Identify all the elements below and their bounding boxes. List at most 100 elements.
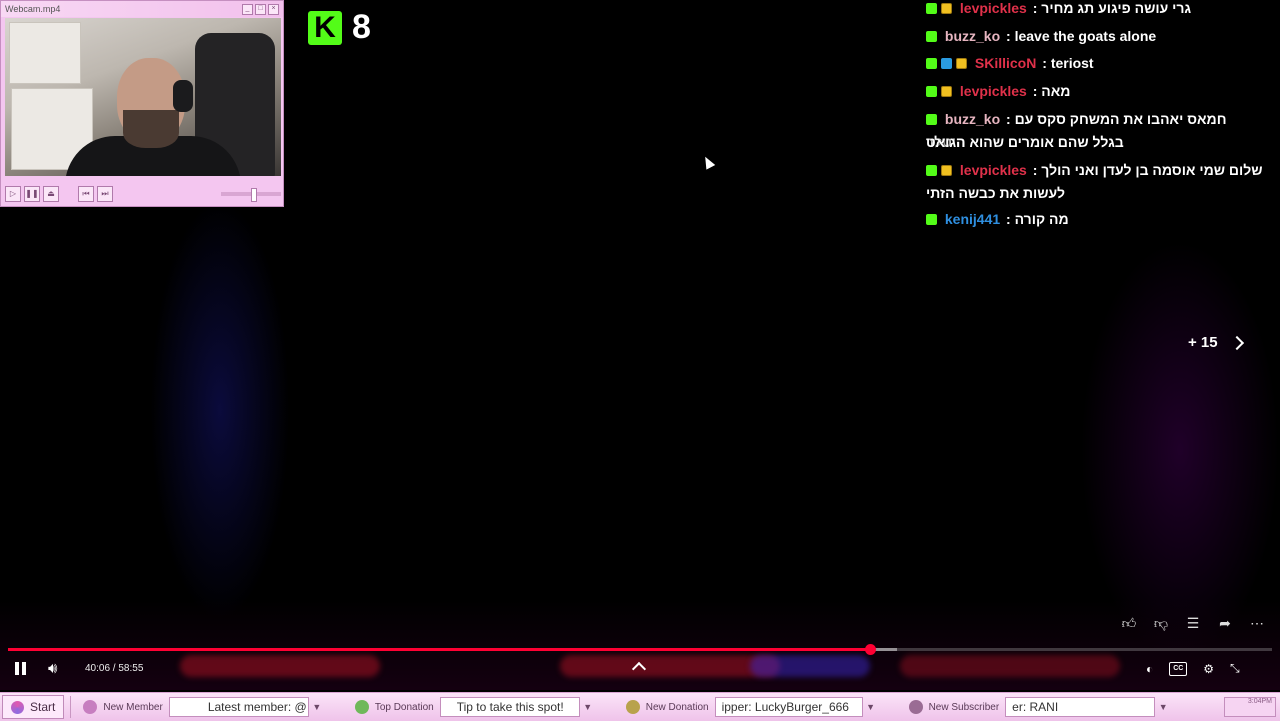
chat-username[interactable]: buzz_ko: [945, 111, 1000, 127]
kick-badge-icon: [926, 58, 937, 69]
video-actions: 👍︎ 👎︎ ☰ ➦ ⋯: [1120, 614, 1266, 632]
progress-played: [8, 648, 871, 651]
kick-badge-icon: [926, 86, 937, 97]
next-icon[interactable]: ⏭: [97, 186, 113, 202]
new-subscriber-ticker[interactable]: er: RANI: [1005, 697, 1156, 717]
play-icon[interactable]: ▷: [5, 186, 21, 202]
system-tray[interactable]: 3:04PM: [1224, 697, 1276, 717]
streamer-beard: [123, 110, 179, 148]
webcam-seek-slider[interactable]: [221, 188, 281, 202]
dropdown-arrow-icon[interactable]: ▼: [1155, 697, 1171, 717]
subscriber-icon: [908, 700, 923, 714]
background-streak: [750, 655, 870, 677]
chat-text: teriost: [1050, 55, 1094, 71]
start-logo-icon: [11, 700, 24, 714]
dropdown-arrow-icon[interactable]: ▼: [863, 697, 879, 717]
captions-icon[interactable]: CC: [1169, 661, 1188, 676]
moderator-badge-icon: [941, 58, 952, 69]
new-member-label: New Member: [77, 700, 168, 714]
dropdown-arrow-icon[interactable]: ▼: [580, 697, 596, 717]
chevron-right-icon: [1229, 335, 1244, 350]
chat-message-continued: לעשות את כבשה הזתי: [926, 182, 1266, 205]
dislike-icon[interactable]: 👎︎: [1152, 614, 1170, 632]
chat-text: גרי עושה פיגוע תג מחיר: [1041, 0, 1192, 16]
chat-text: בגלל שהם אומרים שהוא הגואט: [926, 134, 1124, 150]
chat-username[interactable]: SKillicoN: [975, 55, 1036, 71]
shelf: [9, 22, 81, 84]
kick-badge-icon: [926, 3, 937, 14]
crown-badge-icon: [956, 58, 967, 69]
chat-text: לעשות את כבשה הזתי: [926, 185, 1066, 201]
chat-text: שלום שמי אוסמה בן לעדן ואני הולך: [1041, 162, 1263, 178]
chat-message: SKillicoN : teriost: [926, 52, 1266, 75]
previous-icon[interactable]: ⏮: [78, 186, 94, 202]
more-icon[interactable]: ⋯: [1248, 614, 1266, 632]
latest-member-ticker[interactable]: Latest member: @: [168, 697, 309, 717]
share-icon[interactable]: ➦: [1216, 614, 1234, 632]
pause-icon[interactable]: [14, 662, 28, 676]
webcam-window[interactable]: Webcam.mp4 _ □ × ▷ ❚❚ ⏏ ⏮ ⏭: [0, 0, 284, 207]
new-subscriber-label: New Subscriber: [903, 700, 1006, 714]
new-member-text: New Member: [103, 701, 163, 713]
viewer-count: 8: [352, 8, 371, 46]
latest-member-text: Latest member: @: [207, 700, 307, 714]
kick-logo-icon: K: [308, 10, 342, 45]
comment-icon[interactable]: ☰: [1184, 614, 1202, 632]
new-donation-ticker[interactable]: ipper: LuckyBurger_666: [714, 697, 863, 717]
kick-badge-icon: [926, 114, 937, 125]
maximize-icon[interactable]: □: [255, 3, 266, 15]
crown-badge-icon: [941, 165, 952, 176]
autoplay-toggle-icon[interactable]: ◐: [1146, 662, 1153, 676]
background-glow-left: [150, 200, 290, 620]
new-subscriber-value: er: RANI: [1012, 700, 1059, 714]
kick-viewer-counter: K 8: [308, 8, 371, 47]
top-donation-text: Top Donation: [374, 701, 434, 713]
background-glow-right: [1080, 240, 1280, 660]
webcam-titlebar[interactable]: Webcam.mp4 _ □ ×: [1, 1, 283, 17]
time-display: 40:06 / 58:55: [85, 663, 144, 674]
dropdown-arrow-icon[interactable]: ▼: [309, 697, 325, 717]
chat-username[interactable]: levpickles: [960, 83, 1027, 99]
top-donation-ticker[interactable]: Tip to take this spot!: [439, 697, 580, 717]
chat-username[interactable]: kenij441: [945, 211, 1000, 227]
chat-username[interactable]: levpickles: [960, 0, 1027, 16]
settings-gear-icon[interactable]: ⚙: [1203, 662, 1214, 676]
chat-username[interactable]: levpickles: [960, 162, 1027, 178]
pause-icon[interactable]: ❚❚: [24, 186, 40, 202]
chat-message: kenij441 : מה קורה: [926, 208, 1266, 231]
eject-icon[interactable]: ⏏: [43, 186, 59, 202]
skip-forward-label: + 15: [1188, 334, 1218, 351]
progress-scrubber[interactable]: [865, 644, 877, 655]
chat-message: levpickles : שלום שמי אוסמה בן לעדן ואני…: [926, 159, 1266, 182]
background-glow-bottom: [0, 600, 1280, 690]
donation-icon: [354, 700, 369, 714]
skip-forward-button[interactable]: + 15: [1188, 334, 1244, 351]
like-icon[interactable]: 👍︎: [1120, 614, 1138, 632]
new-donation-value: ipper: LuckyBurger_666: [721, 700, 849, 714]
start-button[interactable]: Start: [2, 695, 65, 719]
tray-clock: 3:04PM: [1247, 698, 1272, 705]
video-progress-bar[interactable]: [8, 644, 1272, 655]
chat-message: levpickles : מאה: [926, 80, 1266, 103]
chevron-up-icon[interactable]: [631, 661, 647, 677]
volume-icon[interactable]: 🔊︎: [48, 660, 57, 677]
webcam-title: Webcam.mp4: [5, 4, 61, 14]
minimize-icon[interactable]: _: [242, 3, 253, 15]
chat-text: מה קורה: [1014, 211, 1069, 227]
new-donation-text: New Donation: [645, 701, 709, 713]
kick-badge-icon: [926, 214, 937, 225]
background-streak: [180, 655, 380, 677]
top-donation-value: Tip to take this spot!: [456, 700, 564, 714]
divider: [70, 696, 72, 718]
background-streak: [900, 655, 1120, 677]
new-donation-label: New Donation: [620, 700, 715, 714]
start-label: Start: [30, 700, 56, 714]
headphones: [173, 80, 193, 112]
webcam-video: [5, 18, 281, 176]
crown-badge-icon: [941, 86, 952, 97]
chat-username[interactable]: buzz_ko: [945, 28, 1000, 44]
exit-fullscreen-icon[interactable]: ⤡: [1230, 661, 1240, 676]
chat-text: leave the goats alone: [1014, 28, 1157, 44]
close-icon[interactable]: ×: [268, 3, 279, 15]
background-streak: [560, 655, 780, 677]
